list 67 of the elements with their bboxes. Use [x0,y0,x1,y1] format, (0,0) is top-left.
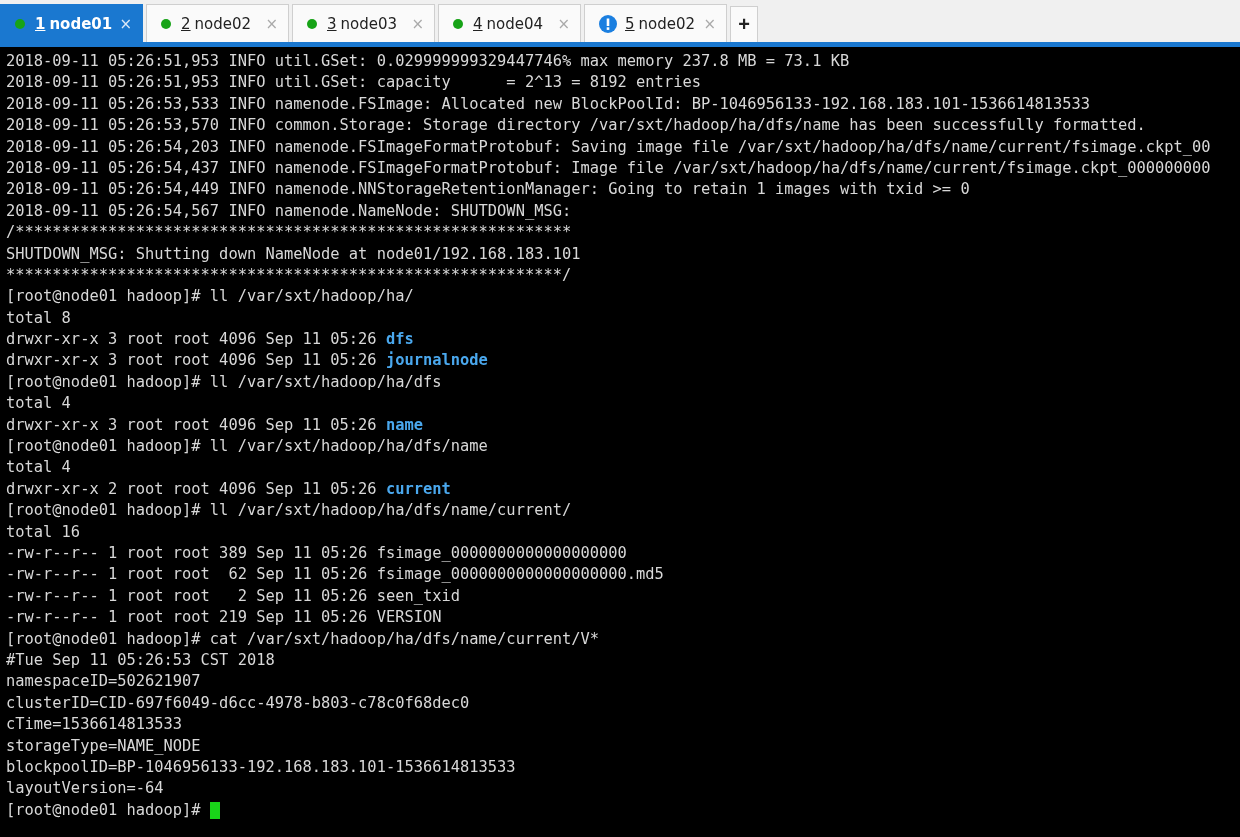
terminal-line: total 4 [6,393,71,415]
terminal-line: SHUTDOWN_MSG: Shutting down NameNode at node01/192.168.183.101 [6,243,581,265]
terminal-tab[interactable]: 2 node02 × [146,4,289,42]
tab-number: 3 [327,14,337,33]
tab-number: 1 [35,14,46,33]
tab-number: 4 [473,14,483,33]
terminal-line: drwxr-xr-x 3 root root 4096 Sep 11 05:26 [6,414,378,436]
terminal-line: cTime=1536614813533 [6,714,183,736]
terminal-tab[interactable]: 1 node01 × [0,4,143,42]
terminal-line: ************************************************************/ [6,264,572,286]
tab-number: 2 [181,14,191,33]
terminal-line: /************************************************************ [6,222,572,244]
terminal-line: drwxr-xr-x 3 root root 4096 Sep 11 05:26 [6,329,378,351]
file-name: fsimage_0000000000000000000.md5 [376,564,664,586]
terminal-line: #Tue Sep 11 05:26:53 CST 2018 [6,649,275,671]
terminal-line: 2018-09-11 05:26:54,449 INFO namenode.NNStorageRetentionManager: Going to retain 1 images with txid >= 0 [6,179,970,201]
terminal-line: clusterID=CID-697f6049-d6cc-4978-b803-c78c0f68dec0 [6,692,470,714]
terminal-line: 2018-09-11 05:26:54,437 INFO namenode.FSImageFormatProtobuf: Image file /var/sxt/hadoop/ha/dfs/name/current/fsimage.ckpt_000000000 [6,157,1211,179]
tab-number: 5 [625,14,635,33]
directory-name: dfs [385,329,414,351]
terminal-line: -rw-r--r-- 1 root root 2 Sep 11 05:26 [6,585,369,607]
terminal-line: 2018-09-11 05:26:54,567 INFO namenode.NameNode: SHUTDOWN_MSG: [6,200,572,222]
status-dot-icon [307,18,317,29]
terminal-line: [root@node01 hadoop]# ll /var/sxt/hadoop/ha/dfs/name [6,436,488,458]
text-cursor [209,801,220,819]
terminal-line: 2018-09-11 05:26:53,570 INFO common.Storage: Storage directory /var/sxt/hadoop/ha/dfs/name has been successfully formatted. [6,115,1146,137]
terminal-line: drwxr-xr-x 2 root root 4096 Sep 11 05:26 [6,478,378,500]
terminal-line: [root@node01 hadoop]# ll /var/sxt/hadoop/ha/ [6,286,414,308]
directory-name: current [385,478,451,500]
terminal-line: 2018-09-11 05:26:51,953 INFO util.GSet: capacity = 2^13 = 8192 entries [6,72,701,94]
terminal-tab[interactable]: 3 node03 × [292,4,435,42]
terminal-line: storageType=NAME_NODE [6,735,201,757]
close-tab-button[interactable]: × [119,14,132,33]
terminal-line: 2018-09-11 05:26:54,203 INFO namenode.FSImageFormatProtobuf: Saving image file /var/sxt/hadoop/ha/dfs/name/current/fsimage.ckpt_00 [6,136,1211,158]
file-name: seen_txid [376,585,461,607]
shell-prompt: [root@node01 hadoop]# [6,799,202,821]
status-dot-icon [453,18,463,29]
terminal-line: namespaceID=502621907 [6,671,201,693]
terminal-line: -rw-r--r-- 1 root root 219 Sep 11 05:26 [6,607,369,629]
terminal-line: layoutVersion=-64 [6,778,164,800]
tab-label: node02 [194,14,253,33]
new-tab-button[interactable]: + [730,6,758,42]
terminal-line: [root@node01 hadoop]# ll /var/sxt/hadoop/ha/dfs [6,371,442,393]
alert-icon [599,14,617,33]
file-name: VERSION [376,607,442,629]
terminal-line: total 8 [6,307,71,329]
terminal-line: 2018-09-11 05:26:53,533 INFO namenode.FSImage: Allocated new BlockPoolId: BP-1046956133-192.168.183.101-1536614813533 [6,93,1091,115]
tab-label: node03 [340,14,399,33]
terminal-line: total 16 [6,521,81,543]
terminal-line: blockpoolID=BP-1046956133-192.168.183.101-1536614813533 [6,756,516,778]
terminal-line: [root@node01 hadoop]# ll /var/sxt/hadoop/ha/dfs/name/current/ [6,500,572,522]
terminal-line: [root@node01 hadoop]# cat /var/sxt/hadoop/ha/dfs/name/current/V* [6,628,600,650]
file-name: fsimage_0000000000000000000 [376,543,627,564]
terminal-line: -rw-r--r-- 1 root root 62 Sep 11 05:26 [6,564,369,586]
directory-name: name [385,414,423,436]
terminal-tab[interactable]: 5 node02 × [584,4,727,42]
tab-label: node04 [486,14,545,33]
status-dot-icon [161,18,171,29]
terminal-line: total 4 [6,457,71,479]
tab-label: node01 [49,14,114,33]
directory-name: journalnode [385,350,488,372]
terminal-tab[interactable]: 4 node04 × [438,4,581,42]
status-dot-icon [15,18,25,29]
tab-label: node02 [638,14,697,33]
terminal-line: drwxr-xr-x 3 root root 4096 Sep 11 05:26 [6,350,378,372]
terminal-line: -rw-r--r-- 1 root root 389 Sep 11 05:26 [6,543,369,564]
terminal-line: 2018-09-11 05:26:51,953 INFO util.GSet: 0.029999999329447746% max memory 237.8 MB = 73.1 KB [6,51,850,72]
